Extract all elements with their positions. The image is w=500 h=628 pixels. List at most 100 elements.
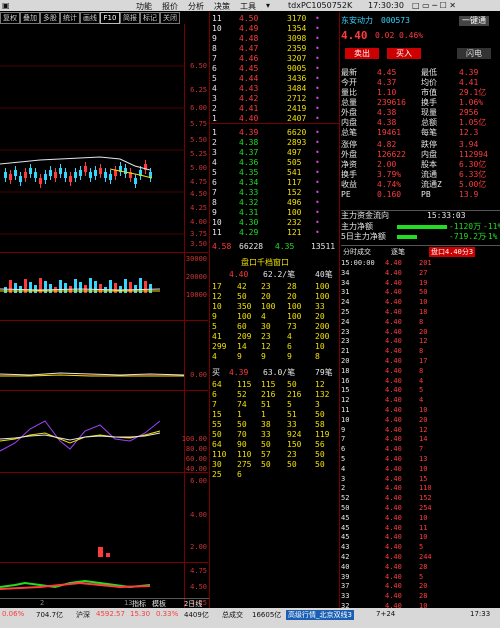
book-row[interactable]: 9 100 4 100 20 xyxy=(211,312,339,322)
tab-multi[interactable]: 多股 xyxy=(40,12,60,24)
extra-pane[interactable]: 6.00 4.00 2.00 xyxy=(0,472,208,561)
book-row[interactable]: 10 4.49 1354 • xyxy=(211,24,339,34)
tab-close[interactable]: 关闭 xyxy=(160,12,180,24)
one-key-button[interactable]: 一键通 xyxy=(459,16,489,26)
book-row[interactable]: 2 4.38 2893 • xyxy=(211,138,339,148)
book-row[interactable]: 4.40 62.2/笔 40笔 xyxy=(211,270,339,280)
book-row[interactable]: 7 4.46 3207 • xyxy=(211,54,339,64)
flash-button[interactable]: 闪电 xyxy=(457,48,491,59)
book-row[interactable]: 55 50 38 33 58 xyxy=(211,420,339,430)
tick-cell: 4.40 xyxy=(385,494,402,503)
book-row[interactable]: 3 4.37 497 • xyxy=(211,148,339,158)
tab-mark[interactable]: 标记 xyxy=(140,12,160,24)
quote-cell: 3.94 xyxy=(459,140,479,149)
book-row[interactable]: 12 50 20 20 100 xyxy=(211,292,339,302)
connection-status[interactable]: 高级行情_北京双线3 xyxy=(286,610,354,620)
book-row[interactable]: 5 60 30 73 200 xyxy=(211,322,339,332)
tab-brief[interactable]: 简报 xyxy=(120,12,140,24)
quote-cell: 最新 xyxy=(341,68,357,77)
kdj-pane[interactable]: 100.00 80.00 60.00 40.00 xyxy=(0,390,208,473)
book-row[interactable]: 6 4.34 117 • xyxy=(211,178,339,188)
window-icons[interactable]: □ ▭ ─ ☐ ✕ xyxy=(412,1,456,10)
book-row[interactable]: 4 4.36 505 • xyxy=(211,158,339,168)
tick-cell: 2 xyxy=(341,484,346,493)
volume-pane[interactable]: 30000 20000 10000 xyxy=(0,252,208,301)
book-row[interactable]: 4 4.43 3484 • xyxy=(211,84,339,94)
book-row[interactable]: 8 4.32 496 • xyxy=(211,198,339,208)
book-row[interactable]: 50 70 33 924 119 xyxy=(211,430,339,440)
queue-cell: 42 xyxy=(237,282,247,291)
sell-button[interactable]: 卖出 xyxy=(345,48,379,59)
ask-volume: 9005 xyxy=(287,64,307,73)
tab-orders[interactable]: 逐笔 xyxy=(391,247,405,257)
book-row[interactable]: 4 9 9 9 8 xyxy=(211,352,339,362)
quote-row: 总笔 19461 每笔 12.3 xyxy=(341,128,500,138)
tick-cell: 50 xyxy=(419,288,428,297)
tab-draw[interactable]: 画线 xyxy=(80,12,100,24)
menu-item-decision[interactable]: 决策 xyxy=(214,1,230,12)
book-row[interactable]: 5 4.35 541 • xyxy=(211,168,339,178)
menu-item-quote[interactable]: 报价 xyxy=(162,1,178,12)
queue-cell: 50 xyxy=(261,460,271,469)
volume-bar xyxy=(34,285,37,293)
book-row[interactable]: 110 110 57 23 50 xyxy=(211,450,339,460)
queue-cell: 9 xyxy=(237,352,242,361)
macd-pane[interactable]: 0.00 xyxy=(0,320,208,391)
book-row[interactable]: 3 4.42 2712 • xyxy=(211,94,339,104)
book-row[interactable]: 买 4.39 63.0/笔 79笔 xyxy=(211,368,339,378)
book-row[interactable]: 8 4.47 2359 • xyxy=(211,44,339,54)
menu-item-function[interactable]: 功能 xyxy=(136,1,152,12)
book-row[interactable]: 2 4.41 2419 • xyxy=(211,104,339,114)
bid-price: 4.30 xyxy=(239,218,259,227)
menu-item-tools[interactable]: 工具 xyxy=(240,1,256,12)
book-row[interactable]: 17 42 23 28 100 xyxy=(211,282,339,292)
bid-price: 4.29 xyxy=(239,228,259,237)
queue-cell: 924 xyxy=(287,430,302,439)
quote-cell: 1.06% xyxy=(459,98,484,107)
tab-stats[interactable]: 统计 xyxy=(60,12,80,24)
book-row[interactable]: 11 4.50 3170 • xyxy=(211,14,339,24)
book-row[interactable]: 7 4.33 152 • xyxy=(211,188,339,198)
book-row[interactable]: 盘口千档窗口 xyxy=(211,258,339,268)
book-row[interactable]: 30 275 50 50 50 xyxy=(211,460,339,470)
tick-row: 40 4.40 28 xyxy=(341,562,500,572)
book-row[interactable]: 9 4.48 3098 • xyxy=(211,34,339,44)
book-row[interactable]: 4.58 66228 4.35 13511 xyxy=(211,242,339,252)
app-icon: ▣ xyxy=(2,1,10,10)
buy-button[interactable]: 买入 xyxy=(387,48,421,59)
book-row[interactable]: 10 4.30 232 • xyxy=(211,218,339,228)
tick-cell: 24 xyxy=(341,317,350,326)
book-row[interactable]: 7 74 51 5 3 xyxy=(211,400,339,410)
quote-cell: 总笔 xyxy=(341,128,357,137)
book-row[interactable]: 15 1 1 51 50 xyxy=(211,410,339,420)
book-row[interactable]: 6 4.45 9005 • xyxy=(211,64,339,74)
book-row[interactable]: 1 4.39 6620 • xyxy=(211,128,339,138)
book-row[interactable]: 10 350 100 100 33 xyxy=(211,302,339,312)
kline-chart[interactable]: 6.50 6.25 6.00 5.75 5.50 5.25 5.00 4.75 … xyxy=(0,24,208,610)
tick-cell: 13 xyxy=(419,455,428,463)
tab-f10[interactable]: F10 xyxy=(100,12,120,24)
tab-fuquan[interactable]: 复权 xyxy=(0,12,20,24)
tick-cell: 12 xyxy=(419,425,428,434)
tick-row: 24 4.40 10 xyxy=(341,297,500,307)
book-row[interactable]: 41 209 23 4 200 xyxy=(211,332,339,342)
menu-item-analysis[interactable]: 分析 xyxy=(188,1,204,12)
extra-label: 2.00 xyxy=(190,543,207,551)
book-row[interactable]: 64 115 115 50 12 xyxy=(211,380,339,390)
book-row[interactable]: 9 4.31 100 • xyxy=(211,208,339,218)
expand-icon[interactable]: ▾ xyxy=(266,1,270,10)
book-row[interactable]: 64 90 50 150 56 xyxy=(211,440,339,450)
tab-depth[interactable]: 盘口4.40分3 xyxy=(429,247,476,257)
tab-ticks[interactable]: 分时成交 xyxy=(343,247,371,257)
queue-cell: 119 xyxy=(315,430,330,439)
book-row[interactable]: 5 4.44 3436 • xyxy=(211,74,339,84)
tick-cell: 11 xyxy=(341,406,350,414)
book-row[interactable]: 25 6 xyxy=(211,470,339,480)
book-row[interactable]: 1 4.40 2407 • xyxy=(211,114,339,124)
book-row[interactable]: 6 52 216 216 132 xyxy=(211,390,339,400)
tick-panel[interactable]: 分时成交 逐笔 盘口4.40分3 15:00:00 4.40 201 34 4.40 27… xyxy=(341,245,500,610)
book-row[interactable]: 299 14 12 6 10 xyxy=(211,342,339,352)
book-row[interactable]: 11 4.29 121 • xyxy=(211,228,339,238)
tab-overlay[interactable]: 叠加 xyxy=(20,12,40,24)
price-pane[interactable]: 6.50 6.25 6.00 5.75 5.50 5.25 5.00 4.75 … xyxy=(0,24,208,250)
